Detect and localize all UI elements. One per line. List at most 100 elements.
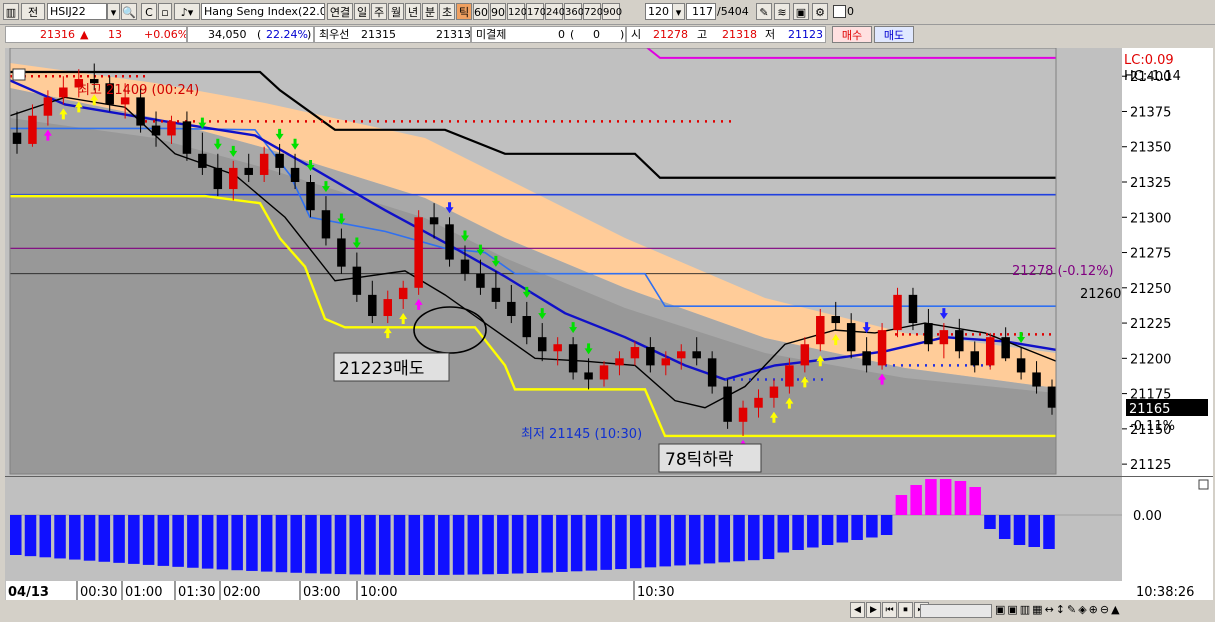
chevron-down-icon[interactable]: ▾ <box>107 3 120 20</box>
period-button[interactable]: 년 <box>405 3 421 20</box>
candlestick-chart[interactable]: 2140021375213502132521300212752125021225… <box>5 47 1213 600</box>
candle-body <box>306 182 315 211</box>
oscillator-bar <box>570 515 583 572</box>
unfilled-cell: 미결제 0 ( 0 ) <box>471 26 626 43</box>
time-label: 01:00 <box>125 585 162 600</box>
buy-button[interactable]: 매수 <box>832 26 872 43</box>
period-button[interactable]: 240 <box>545 3 565 20</box>
candle-body <box>816 316 825 345</box>
save-icon[interactable]: ▣ <box>793 3 809 20</box>
period-button[interactable]: 360 <box>564 3 584 20</box>
zoom-slider[interactable] <box>920 604 992 618</box>
candle-body <box>846 323 856 352</box>
oscillator-bar <box>998 515 1011 539</box>
candle-body <box>1016 358 1026 373</box>
period-button[interactable]: 900 <box>602 3 622 20</box>
candle-body <box>553 344 562 352</box>
oscillator-bar <box>83 515 96 561</box>
oscillator-bar <box>128 515 140 564</box>
oscillator-bar <box>939 479 952 515</box>
market-select-button[interactable]: 전 <box>21 3 45 20</box>
period-button[interactable]: 60 <box>473 3 489 20</box>
position-input[interactable]: 117 <box>686 3 716 20</box>
y-tick-label: 21225 <box>1130 317 1171 332</box>
time-label: 02:00 <box>223 585 260 600</box>
period-button[interactable]: 720 <box>583 3 603 20</box>
oscillator-bar <box>984 515 996 529</box>
period-button[interactable]: 월 <box>388 3 404 20</box>
oscillator-zero-label: 0.00 <box>1133 509 1162 524</box>
oscillator-bar <box>423 515 435 575</box>
gear-icon[interactable]: ⚙ <box>812 3 828 20</box>
unfilled-value: 0 <box>558 28 565 41</box>
oscillator-bar <box>526 515 539 574</box>
period-button[interactable]: 틱 <box>456 3 472 20</box>
oscillator-bar <box>792 515 804 550</box>
checkbox[interactable] <box>833 5 846 18</box>
oscillator-bar <box>69 515 81 560</box>
candle-body <box>522 316 532 338</box>
candle-body <box>476 273 485 288</box>
code-icon[interactable]: C <box>141 3 157 20</box>
oscillator-bar <box>718 515 731 563</box>
y-tick-label: 21350 <box>1130 141 1171 156</box>
time-label: 04/13 <box>8 585 49 600</box>
speaker-icon[interactable]: ♪▾ <box>174 3 200 20</box>
candle-body <box>429 217 439 225</box>
tick-count-input[interactable]: 120 <box>645 3 673 20</box>
nav-button[interactable]: ⏹ <box>898 602 913 618</box>
candle-body <box>537 337 547 352</box>
symbol-name-field: Hang Seng Index(22.0 <box>201 3 325 20</box>
ohl-cell: 시 21278 고 21318 저 21123 <box>626 26 826 43</box>
sell-button[interactable]: 매도 <box>874 26 914 43</box>
period-button[interactable]: 초 <box>439 3 455 20</box>
tools-icon[interactable]: ✎ <box>756 3 772 20</box>
candle-body <box>862 351 871 366</box>
period-button[interactable]: 120 <box>507 3 527 20</box>
period-button[interactable]: 분 <box>422 3 438 20</box>
oscillator-bar <box>703 515 716 564</box>
candle-body <box>1001 337 1010 359</box>
oscillator-bar <box>290 515 302 573</box>
current-price: 21165 <box>1129 402 1170 417</box>
period-button[interactable]: 연결 <box>327 3 353 20</box>
time-label: 10:00 <box>360 585 397 600</box>
candle-body <box>12 132 22 144</box>
candle-body <box>985 337 995 366</box>
indicator-icon[interactable]: ≋ <box>774 3 790 20</box>
candle-body <box>692 351 701 359</box>
period-button[interactable]: 170 <box>526 3 546 20</box>
oscillator-bar <box>482 515 494 575</box>
candle-body <box>955 330 964 352</box>
candle-body <box>599 365 609 380</box>
oscillator-bar <box>467 515 480 575</box>
oscillator-bar <box>187 515 199 568</box>
nav-button[interactable]: ⏮ <box>882 602 897 618</box>
chart-area[interactable]: 21400 21375 21350 21325 21300 21275 21250 21225… <box>5 47 1213 600</box>
close-icon[interactable] <box>1198 479 1209 490</box>
best-ask-label: 최우선 <box>319 28 350 41</box>
period-button[interactable]: 주 <box>371 3 387 20</box>
nav-button[interactable]: ◀ <box>850 602 865 618</box>
oscillator-bar <box>275 515 288 573</box>
chart-menu-icon[interactable] <box>12 68 26 81</box>
oscillator-bar <box>954 481 967 515</box>
period-button[interactable]: 일 <box>354 3 370 20</box>
tool-icons[interactable]: ▣▣▥▦↔↕✎◈⊕⊖▲ <box>995 603 1122 616</box>
chevron-down-icon[interactable]: ▾ <box>672 3 685 20</box>
toggle-icon[interactable]: ▫ <box>158 3 172 20</box>
symbol-input[interactable]: HSIJ22 <box>47 3 107 20</box>
candle-body <box>785 365 794 387</box>
volume-value: 34,050 <box>208 28 247 41</box>
search-icon[interactable]: 🔍 <box>121 3 137 20</box>
candle-body <box>630 347 640 359</box>
oscillator-bar <box>1013 515 1026 545</box>
nav-button[interactable]: ▶ <box>866 602 881 618</box>
bottom-scroll-bar: ◀▶⏮⏹⏭ ▣▣▥▦↔↕✎◈⊕⊖▲ <box>0 600 1215 622</box>
up-arrow-icon: ▲ <box>80 28 89 41</box>
chart-icon[interactable]: ▥ <box>3 3 19 20</box>
oscillator-bar <box>438 515 450 575</box>
period-button[interactable]: 90 <box>490 3 506 20</box>
candle-body <box>352 266 362 295</box>
candle-body <box>290 167 300 183</box>
